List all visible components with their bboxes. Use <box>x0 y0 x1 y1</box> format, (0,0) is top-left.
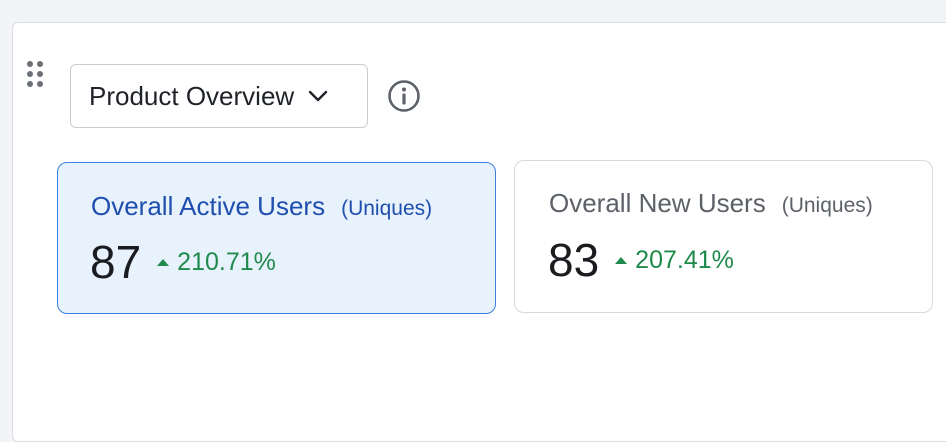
card-title-row: Overall Active Users (Uniques) <box>91 191 432 222</box>
delta-value: 210.71% <box>177 247 276 276</box>
delta-badge: 210.71% <box>157 248 276 277</box>
card-title: Overall New Users <box>549 188 766 218</box>
chevron-down-icon <box>308 90 328 102</box>
card-value-row: 83 207.41% <box>548 237 734 283</box>
card-title: Overall Active Users <box>91 191 326 221</box>
metric-value: 83 <box>548 234 600 286</box>
dropdown-label: Product Overview <box>89 80 295 111</box>
metric-value: 87 <box>90 236 142 288</box>
delta-value: 207.41% <box>635 245 734 274</box>
card-value-row: 87 210.71% <box>90 239 276 285</box>
card-subtitle: (Uniques) <box>341 197 433 220</box>
product-overview-dropdown[interactable]: Product Overview <box>70 64 368 128</box>
metric-card-active-users[interactable]: Overall Active Users (Uniques) 87 210.71… <box>57 162 496 314</box>
metric-card-new-users[interactable]: Overall New Users (Uniques) 83 207.41% <box>514 160 933 313</box>
info-icon[interactable] <box>387 79 421 113</box>
card-title-row: Overall New Users (Uniques) <box>549 188 873 219</box>
drag-handle-icon[interactable] <box>26 60 46 88</box>
trend-up-icon <box>615 256 628 264</box>
trend-up-icon <box>157 258 170 266</box>
delta-badge: 207.41% <box>615 246 734 275</box>
card-subtitle: (Uniques) <box>781 194 873 217</box>
